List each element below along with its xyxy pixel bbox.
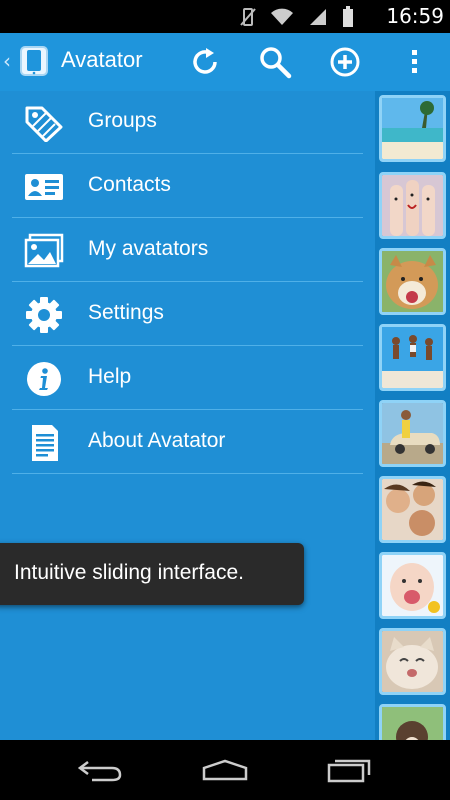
avatar-thumbnail-strip[interactable] [375,91,450,740]
tag-icon [25,106,63,142]
thumbnail-dog[interactable] [379,248,446,315]
menu-item-contacts[interactable]: Contacts [0,155,375,218]
status-time: 16:59 [386,4,444,28]
thumbnail-cat[interactable] [379,628,446,695]
divider [12,153,363,154]
refresh-button[interactable] [186,43,224,81]
back-button[interactable] [70,755,130,785]
overflow-icon [412,50,417,73]
search-button[interactable] [256,43,294,81]
divider [12,217,363,218]
menu-item-about[interactable]: About Avatator [0,411,375,474]
toast-text: Intuitive sliding interface. [14,561,244,584]
thumbnail-jumping-people[interactable] [379,324,446,391]
vibrate-off-icon [240,8,256,26]
home-icon [202,759,248,781]
thumbnail-baby[interactable] [379,552,446,619]
thumbnail-car-woman[interactable] [379,400,446,467]
thumbnail-beach[interactable] [379,95,446,162]
menu-item-help[interactable]: Help [0,347,375,410]
battery-icon [343,6,353,27]
system-nav-bar [0,740,450,800]
menu-label-my-avatators: My avatators [88,237,209,260]
thumbnail-dog-outdoors[interactable] [379,704,446,740]
document-icon [32,425,58,461]
add-button[interactable] [326,43,364,81]
refresh-icon [193,48,217,74]
menu-label-groups: Groups [88,109,157,132]
menu-label-about: About Avatator [88,429,226,452]
search-icon [260,47,292,79]
thumbnail-finger-faces[interactable] [379,172,446,239]
info-icon [27,362,61,396]
thumbnail-friends[interactable] [379,476,446,543]
menu-item-my-avatators[interactable]: My avatators [0,219,375,282]
picture-icon [24,233,64,268]
menu-label-contacts: Contacts [88,173,171,196]
divider [12,409,363,410]
status-bar: 16:59 [0,0,450,33]
recents-icon [327,759,371,783]
up-caret-icon[interactable]: ‹ [3,49,11,73]
add-icon [330,47,360,77]
signal-icon [310,9,326,25]
overflow-menu-button[interactable] [395,43,433,81]
menu-item-settings[interactable]: Settings [0,283,375,346]
menu-label-help: Help [88,365,132,388]
gear-icon [26,297,62,333]
divider [12,345,363,346]
wifi-icon [271,8,293,25]
divider [12,473,363,474]
toast-message: Intuitive sliding interface. [0,543,304,605]
menu-item-groups[interactable]: Groups [0,91,375,154]
back-icon [78,761,122,782]
home-button[interactable] [195,755,255,785]
app-title: Avatator [61,47,143,72]
menu-label-settings: Settings [88,301,164,324]
recents-button[interactable] [320,755,380,785]
navigation-drawer: Groups Contacts My avatators Settings He… [0,91,375,740]
action-bar: ‹ Avatator [0,33,450,91]
contact-card-icon [25,174,63,200]
divider [12,281,363,282]
app-logo-icon[interactable] [18,45,50,77]
